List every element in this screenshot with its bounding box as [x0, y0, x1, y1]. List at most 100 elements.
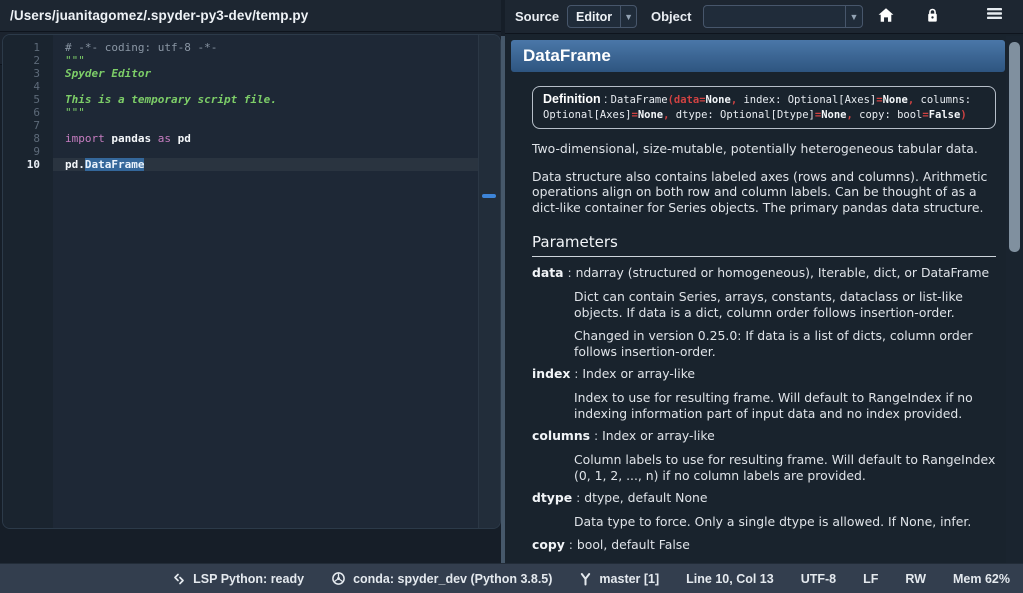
- line-number: 4: [3, 80, 53, 93]
- signature-token: False: [929, 109, 961, 121]
- signature-token: ,: [908, 94, 921, 106]
- parameter-separator: :: [565, 537, 577, 552]
- status-cursor-position[interactable]: Line 10, Col 13: [686, 572, 774, 586]
- chevron-down-icon: ▼: [845, 6, 862, 27]
- parameter-type: bool, default False: [577, 537, 690, 552]
- signature-token: DataFrame: [611, 94, 668, 106]
- parameter-separator: :: [570, 366, 582, 381]
- signature-token: data: [674, 94, 699, 106]
- scrollflag-column[interactable]: [478, 35, 500, 528]
- line-number: 8: [3, 132, 53, 145]
- definition-box: Definition : DataFrame(data=None, index:…: [532, 86, 996, 129]
- parameter-name: columns: [532, 428, 590, 443]
- code-token: as: [158, 132, 171, 145]
- parameter-description: Dict can contain Series, arrays, constan…: [574, 289, 996, 320]
- status-interpreter[interactable]: conda: spyder_dev (Python 3.8.5): [331, 571, 552, 586]
- line-number-gutter: 12345678910: [3, 35, 53, 528]
- status-memory[interactable]: Mem 62%: [953, 572, 1010, 586]
- status-lsp[interactable]: LSP Python: ready: [172, 572, 304, 586]
- help-scrollbar-thumb[interactable]: [1009, 42, 1020, 252]
- definition-colon: :: [601, 92, 611, 106]
- parameter-separator: :: [590, 428, 602, 443]
- parameter-type: Index or array-like: [582, 366, 695, 381]
- code-line[interactable]: """: [53, 106, 479, 119]
- current-line-marker: [482, 194, 496, 198]
- signature-token: index: Optional[Axes]: [743, 94, 876, 106]
- help-content[interactable]: DataFrame Definition : DataFrame(data=No…: [508, 36, 1023, 563]
- parameter-term: index : Index or array-like: [532, 366, 996, 382]
- lock-icon: [925, 7, 940, 24]
- line-number: 6: [3, 106, 53, 119]
- status-permissions[interactable]: RW: [905, 572, 926, 586]
- code-line[interactable]: This is a temporary script file.: [53, 93, 479, 106]
- code-token: [151, 132, 158, 145]
- parameter-description: Data type to force. Only a single dtype …: [574, 514, 996, 530]
- help-toolbar: Source Editor ▼ Object ▼: [505, 0, 1023, 34]
- code-token: import: [65, 132, 105, 145]
- parameter-term: data : ndarray (structured or homogeneou…: [532, 265, 996, 281]
- parameter-entry: index : Index or array-like Index to use …: [532, 366, 996, 421]
- status-encoding[interactable]: UTF-8: [801, 572, 836, 586]
- signature-token: None: [706, 94, 731, 106]
- home-icon: [877, 7, 895, 23]
- parameter-type: dtype, default None: [584, 490, 707, 505]
- status-eol[interactable]: LF: [863, 572, 878, 586]
- code-editor[interactable]: 12345678910 # -*- coding: utf-8 -*-"""Sp…: [2, 34, 501, 529]
- help-pane: Source Editor ▼ Object ▼: [505, 0, 1023, 563]
- help-paragraph: Two-dimensional, size-mutable, potential…: [532, 141, 996, 157]
- parameter-description: Index to use for resulting frame. Will d…: [574, 390, 996, 421]
- help-options-menu-button[interactable]: [986, 7, 1003, 20]
- parameter-entry: data : ndarray (structured or homogeneou…: [532, 265, 996, 359]
- parameter-name: dtype: [532, 490, 572, 505]
- signature-token: None: [821, 109, 846, 121]
- status-git-branch[interactable]: master [1]: [579, 572, 659, 586]
- code-line[interactable]: [53, 80, 479, 93]
- code-line[interactable]: [53, 145, 479, 158]
- line-number: 7: [3, 119, 53, 132]
- code-area[interactable]: # -*- coding: utf-8 -*-"""Spyder Editor …: [53, 35, 479, 528]
- status-eol-label: LF: [863, 572, 878, 586]
- signature-token: ,: [663, 109, 676, 121]
- code-line[interactable]: import pandas as pd: [53, 132, 479, 145]
- code-line[interactable]: # -*- coding: utf-8 -*-: [53, 41, 479, 54]
- code-token: DataFrame: [85, 158, 145, 171]
- parameter-separator: :: [564, 265, 576, 280]
- line-number: 3: [3, 67, 53, 80]
- source-label: Source: [515, 0, 559, 33]
- line-number: 1: [3, 41, 53, 54]
- help-scrollbar-track[interactable]: [1006, 36, 1023, 563]
- status-encoding-label: UTF-8: [801, 572, 836, 586]
- parameter-term: copy : bool, default False: [532, 537, 996, 553]
- code-line[interactable]: [53, 119, 479, 132]
- status-permissions-label: RW: [905, 572, 926, 586]
- signature-token: ): [960, 109, 966, 121]
- lock-button[interactable]: [925, 7, 940, 24]
- status-memory-label: Mem 62%: [953, 572, 1010, 586]
- object-combobox-input[interactable]: [704, 10, 845, 24]
- git-branch-icon: [579, 572, 592, 586]
- code-line[interactable]: pd.DataFrame: [53, 158, 479, 171]
- parameters-heading: Parameters: [532, 233, 996, 257]
- definition-label: Definition: [543, 92, 601, 106]
- source-combobox[interactable]: Editor ▼: [567, 5, 637, 28]
- code-line[interactable]: """: [53, 54, 479, 67]
- help-paragraph: Data structure also contains labeled axe…: [532, 169, 996, 216]
- hamburger-icon: [986, 7, 1003, 20]
- code-line[interactable]: Spyder Editor: [53, 67, 479, 80]
- status-bar: LSP Python: ready conda: spyder_dev (Pyt…: [0, 563, 1023, 593]
- parameter-entry: dtype : dtype, default None Data type to …: [532, 490, 996, 530]
- parameter-separator: :: [572, 490, 584, 505]
- code-token: This is a temporary script file.: [65, 93, 277, 106]
- signature-token: copy: bool: [859, 109, 922, 121]
- parameter-entry: columns : Index or array-like Column labe…: [532, 428, 996, 483]
- line-number: 9: [3, 145, 53, 158]
- home-button[interactable]: [877, 7, 895, 23]
- parameters-list: data : ndarray (structured or homogeneou…: [532, 265, 996, 563]
- parameter-description: Column labels to use for resulting frame…: [574, 452, 996, 483]
- chevron-down-icon: ▼: [620, 6, 636, 27]
- parameter-name: copy: [532, 537, 565, 552]
- parameter-type: Index or array-like: [602, 428, 715, 443]
- status-cursor-label: Line 10, Col 13: [686, 572, 774, 586]
- object-combobox[interactable]: ▼: [703, 5, 863, 28]
- parameter-type: ndarray (structured or homogeneous), Ite…: [576, 265, 990, 280]
